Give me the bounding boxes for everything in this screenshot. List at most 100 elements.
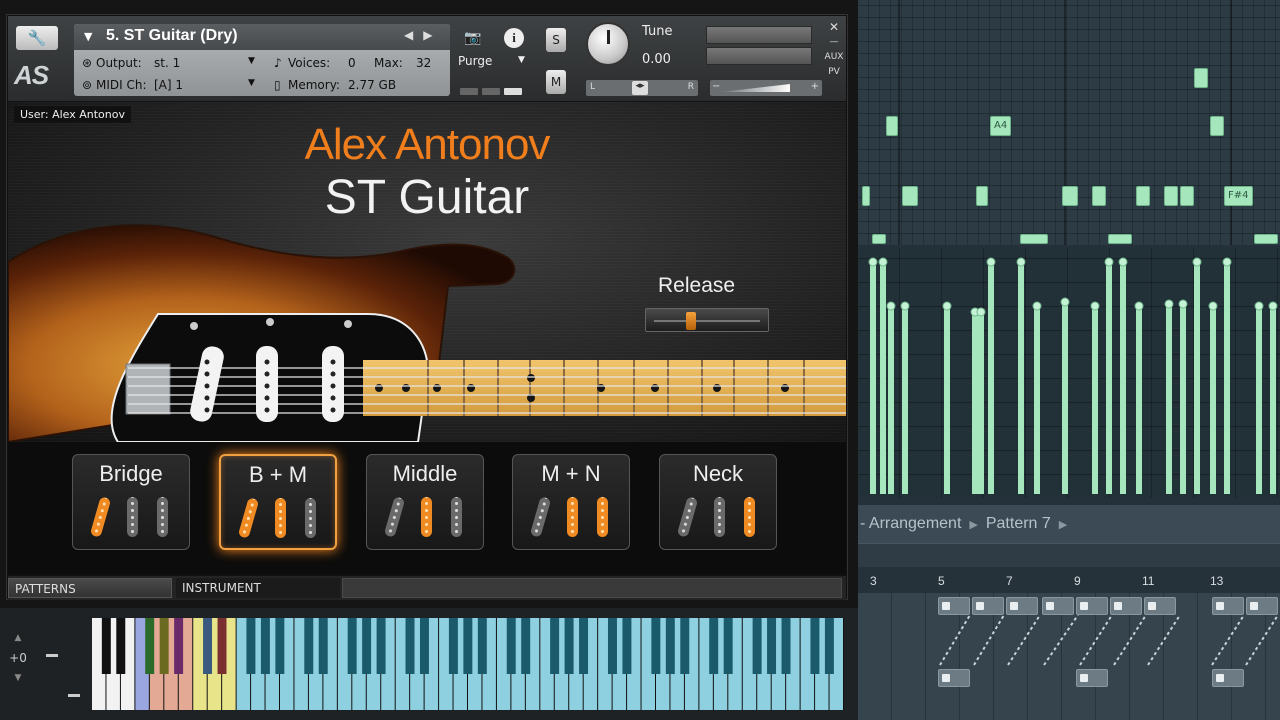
velocity-bar[interactable] xyxy=(1092,306,1098,494)
velocity-handle[interactable] xyxy=(1178,299,1188,309)
velocity-handle[interactable] xyxy=(1192,257,1202,267)
breadcrumb-item-arrangement[interactable]: - Arrangement xyxy=(860,515,961,533)
velocity-bar[interactable] xyxy=(880,262,886,494)
velocity-bar[interactable] xyxy=(978,312,984,494)
pattern-clip[interactable] xyxy=(972,597,1004,615)
velocity-bar[interactable] xyxy=(1062,302,1068,494)
midi-channel-value[interactable]: [A] 1 xyxy=(154,78,183,92)
black-key[interactable] xyxy=(376,618,386,674)
black-key[interactable] xyxy=(203,618,213,674)
black-key[interactable] xyxy=(217,618,227,674)
black-key[interactable] xyxy=(477,618,487,674)
velocity-lane[interactable] xyxy=(858,248,1280,498)
velocity-bar[interactable] xyxy=(888,306,894,494)
note[interactable] xyxy=(976,186,988,206)
note[interactable] xyxy=(886,116,898,136)
velocity-handle[interactable] xyxy=(942,301,952,311)
black-key[interactable] xyxy=(680,618,690,674)
black-key[interactable] xyxy=(506,618,516,674)
velocity-bar[interactable] xyxy=(972,312,978,494)
black-key[interactable] xyxy=(448,618,458,674)
chevron-down-icon[interactable]: ▼ xyxy=(4,668,32,688)
black-key[interactable] xyxy=(579,618,589,674)
black-key[interactable] xyxy=(362,618,372,674)
pattern-clip[interactable] xyxy=(938,597,970,615)
note-label-a4[interactable]: A4 xyxy=(990,116,1012,136)
black-key[interactable] xyxy=(405,618,415,674)
pan-handle[interactable]: ◂▸ xyxy=(632,81,648,95)
aux-button[interactable]: AUX xyxy=(824,50,844,65)
pickup-middle-button[interactable]: Middle xyxy=(366,454,484,550)
velocity-handle[interactable] xyxy=(1118,257,1128,267)
black-key[interactable] xyxy=(304,618,314,674)
velocity-handle[interactable] xyxy=(868,257,878,267)
black-key[interactable] xyxy=(810,618,820,674)
note[interactable] xyxy=(872,234,886,244)
pattern-clip[interactable] xyxy=(1076,597,1108,615)
chevron-up-icon[interactable]: ▲ xyxy=(4,628,32,648)
black-key[interactable] xyxy=(622,618,632,674)
instrument-name[interactable]: 5. ST Guitar (Dry) xyxy=(106,27,238,45)
tab-instrument[interactable]: INSTRUMENT xyxy=(176,578,340,598)
output-value[interactable]: st. 1 xyxy=(154,56,180,70)
velocity-bar[interactable] xyxy=(1166,304,1172,494)
black-key[interactable] xyxy=(550,618,560,674)
black-key[interactable] xyxy=(824,618,834,674)
velocity-bar[interactable] xyxy=(1256,306,1262,494)
velocity-bar[interactable] xyxy=(1106,262,1112,494)
pattern-clip[interactable] xyxy=(1212,597,1244,615)
release-slider[interactable] xyxy=(645,308,769,332)
note[interactable] xyxy=(1194,68,1208,88)
velocity-bar[interactable] xyxy=(1180,304,1186,494)
chevron-down-icon[interactable]: ▼ xyxy=(248,56,255,66)
black-key[interactable] xyxy=(463,618,473,674)
prev-next-icon[interactable]: ◀▶ xyxy=(404,28,442,42)
solo-button[interactable]: S xyxy=(546,28,566,52)
pattern-clip[interactable] xyxy=(938,669,970,687)
velocity-handle[interactable] xyxy=(1104,257,1114,267)
tab-patterns[interactable]: PATTERNS xyxy=(8,578,172,598)
velocity-handle[interactable] xyxy=(986,257,996,267)
purge-menu[interactable]: Purge ▼ xyxy=(458,54,538,74)
black-key[interactable] xyxy=(101,618,111,674)
velocity-bar[interactable] xyxy=(944,306,950,494)
velocity-handle[interactable] xyxy=(1090,301,1100,311)
black-key[interactable] xyxy=(521,618,531,674)
note[interactable] xyxy=(1180,186,1194,206)
note[interactable] xyxy=(1020,234,1048,244)
note[interactable] xyxy=(1108,234,1132,244)
octave-control[interactable]: ▲ +0 ▼ xyxy=(4,628,32,698)
note[interactable] xyxy=(1136,186,1150,206)
black-key[interactable] xyxy=(116,618,126,674)
velocity-bar[interactable] xyxy=(902,306,908,494)
black-key[interactable] xyxy=(767,618,777,674)
pickup-bridge-button[interactable]: Bridge xyxy=(72,454,190,550)
black-key[interactable] xyxy=(260,618,270,674)
volume-slider[interactable]: − + xyxy=(710,80,822,96)
pv-button[interactable]: PV xyxy=(824,65,844,80)
tune-knob[interactable] xyxy=(586,22,630,66)
velocity-bar[interactable] xyxy=(988,262,994,494)
pattern-clip[interactable] xyxy=(1212,669,1244,687)
chevron-down-icon[interactable]: ▼ xyxy=(248,78,255,88)
close-icon[interactable]: ✕ xyxy=(824,20,844,35)
black-key[interactable] xyxy=(246,618,256,674)
note[interactable] xyxy=(862,186,870,206)
note[interactable] xyxy=(1092,186,1106,206)
velocity-handle[interactable] xyxy=(878,257,888,267)
black-key[interactable] xyxy=(318,618,328,674)
pickup-neck-button[interactable]: Neck xyxy=(659,454,777,550)
pattern-clip[interactable] xyxy=(1144,597,1176,615)
velocity-handle[interactable] xyxy=(976,307,986,317)
velocity-bar[interactable] xyxy=(1194,262,1200,494)
info-icon[interactable]: i xyxy=(504,28,524,48)
minimize-icon[interactable]: — xyxy=(824,35,844,50)
release-handle[interactable] xyxy=(685,312,696,330)
piano-roll[interactable]: A4 F#4 xyxy=(858,0,1280,245)
velocity-bar[interactable] xyxy=(1018,262,1024,494)
velocity-handle[interactable] xyxy=(1134,301,1144,311)
velocity-bar[interactable] xyxy=(1224,262,1230,494)
pattern-clip[interactable] xyxy=(1042,597,1074,615)
mute-button[interactable]: M xyxy=(546,70,566,94)
velocity-handle[interactable] xyxy=(1164,299,1174,309)
